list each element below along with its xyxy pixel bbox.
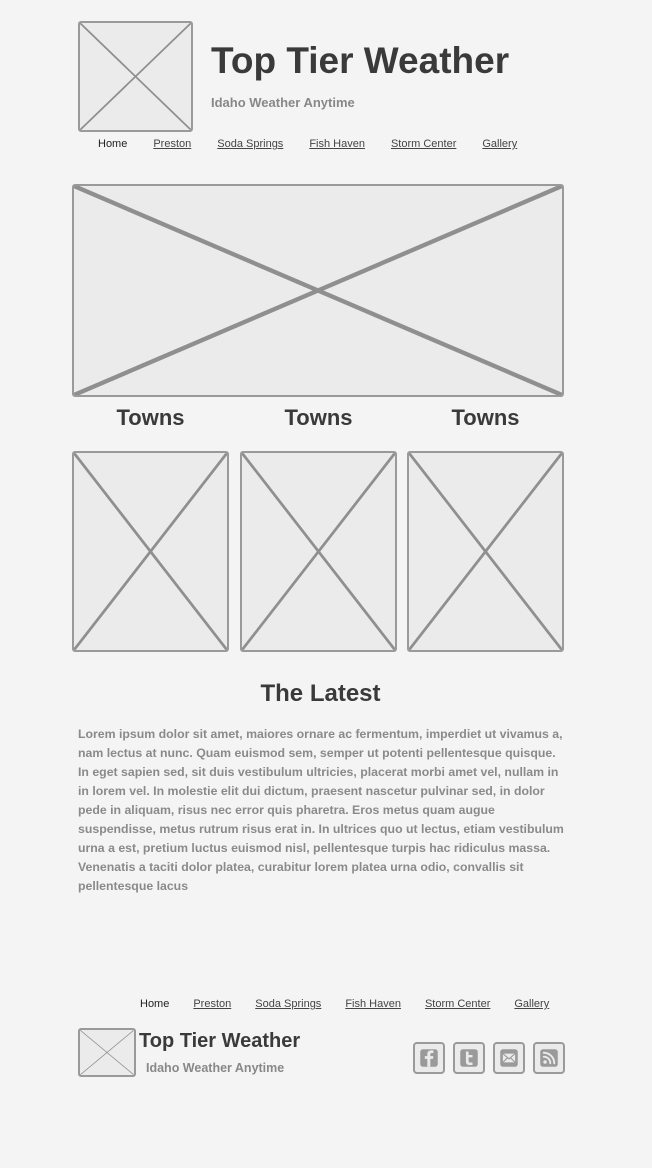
nav-item-preston[interactable]: Preston [153,138,191,150]
footer-nav-item-soda-springs[interactable]: Soda Springs [255,998,321,1010]
nav-item-storm-center[interactable]: Storm Center [391,138,456,150]
hero-image [72,184,564,397]
towns-heading-2: Towns [284,405,353,430]
footer-logo-image [78,1028,136,1077]
latest-body-text: Lorem ipsum dolor sit amet, maiores orna… [78,727,564,893]
town-image-1[interactable] [72,451,229,652]
footer-subtitle: Idaho Weather Anytime [146,1061,285,1075]
mail-icon[interactable] [493,1042,525,1074]
logo-image [78,21,193,132]
footer-nav-item-storm-center[interactable]: Storm Center [425,998,490,1010]
nav-item-fish-haven[interactable]: Fish Haven [309,138,365,150]
footer-nav-item-preston[interactable]: Preston [193,998,231,1010]
town-image-3[interactable] [407,451,564,652]
nav-item-gallery[interactable]: Gallery [482,138,517,150]
footer-nav-item-gallery[interactable]: Gallery [514,998,549,1010]
nav-item-home[interactable]: Home [98,138,127,150]
footer-title: Top Tier Weather [139,1030,301,1052]
site-subtitle: Idaho Weather Anytime [211,95,355,110]
rss-icon[interactable] [533,1042,565,1074]
main-nav: Home Preston Soda Springs Fish Haven Sto… [98,138,517,150]
facebook-icon[interactable] [413,1042,445,1074]
towns-heading-3: Towns [451,405,520,430]
nav-item-soda-springs[interactable]: Soda Springs [217,138,283,150]
footer-nav: Home Preston Soda Springs Fish Haven Sto… [140,998,549,1010]
footer-nav-item-home[interactable]: Home [140,998,169,1010]
site-title: Top Tier Weather [211,40,510,81]
twitter-icon[interactable] [453,1042,485,1074]
towns-heading-1: Towns [116,405,185,430]
footer-nav-item-fish-haven[interactable]: Fish Haven [345,998,401,1010]
town-image-2[interactable] [240,451,397,652]
latest-heading: The Latest [260,680,381,707]
